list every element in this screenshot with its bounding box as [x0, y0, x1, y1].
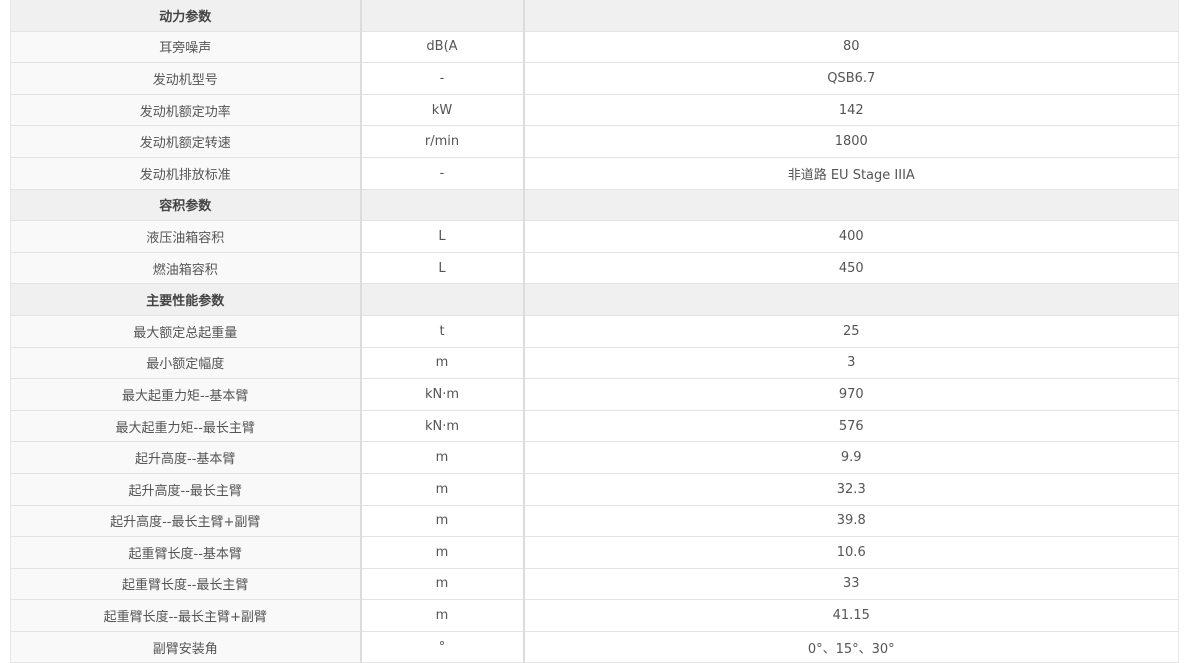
value-cell: 25 [522, 315, 1179, 348]
value-cell: 576 [522, 410, 1179, 443]
table-row: 起重臂长度--最长主臂 m 33 [10, 568, 1179, 601]
unit-cell: t [359, 315, 524, 348]
value-cell: 400 [522, 220, 1179, 253]
param-name-cell: 最大起重力矩--最长主臂 [10, 410, 361, 443]
unit-cell: kW [359, 94, 524, 127]
table-row: 起重臂长度--最长主臂+副臂 m 41.15 [10, 599, 1179, 632]
section-header-row: 动力参数 [10, 0, 1179, 32]
table-row: 最小额定幅度 m 3 [10, 347, 1179, 380]
value-cell: 9.9 [522, 441, 1179, 474]
param-name-cell: 起升高度--最长主臂 [10, 473, 361, 506]
unit-cell [359, 189, 524, 222]
param-name-cell: 液压油箱容积 [10, 220, 361, 253]
spec-table: 动力参数 耳旁噪声 dB(A 80 发动机型号 - QSB6.7 发动机额定功率 kW 142 发动… [10, 0, 1179, 663]
param-name-cell: 副臂安装角 [10, 631, 361, 663]
param-name-cell: 起重臂长度--最长主臂+副臂 [10, 599, 361, 632]
unit-cell: kN·m [359, 378, 524, 411]
param-name-cell: 起重臂长度--最长主臂 [10, 568, 361, 601]
value-cell [522, 189, 1179, 222]
section-header-row: 主要性能参数 [10, 283, 1179, 316]
table-row: 起升高度--最长主臂+副臂 m 39.8 [10, 505, 1179, 538]
value-cell: QSB6.7 [522, 62, 1179, 95]
section-title: 动力参数 [10, 0, 361, 32]
param-name-cell: 起升高度--基本臂 [10, 441, 361, 474]
param-name-cell: 起重臂长度--基本臂 [10, 536, 361, 569]
value-cell [522, 283, 1179, 316]
unit-cell: - [359, 157, 524, 190]
unit-cell: dB(A [359, 31, 524, 64]
unit-cell: m [359, 568, 524, 601]
unit-cell: m [359, 347, 524, 380]
value-cell: 0°、15°、30° [522, 631, 1179, 663]
value-cell: 33 [522, 568, 1179, 601]
value-cell: 142 [522, 94, 1179, 127]
value-cell: 39.8 [522, 505, 1179, 538]
unit-cell: m [359, 441, 524, 474]
table-row: 燃油箱容积 L 450 [10, 252, 1179, 285]
param-name-cell: 发动机型号 [10, 62, 361, 95]
table-row: 发动机额定功率 kW 142 [10, 94, 1179, 127]
table-row: 起重臂长度--基本臂 m 10.6 [10, 536, 1179, 569]
param-name-cell: 发动机额定转速 [10, 125, 361, 158]
param-name-cell: 发动机排放标准 [10, 157, 361, 190]
table-row: 最大额定总起重量 t 25 [10, 315, 1179, 348]
param-name-cell: 耳旁噪声 [10, 31, 361, 64]
value-cell: 80 [522, 31, 1179, 64]
table-row: 液压油箱容积 L 400 [10, 220, 1179, 253]
value-cell: 10.6 [522, 536, 1179, 569]
unit-cell: r/min [359, 125, 524, 158]
unit-cell: ° [359, 631, 524, 663]
table-row: 发动机型号 - QSB6.7 [10, 62, 1179, 95]
param-name-cell: 燃油箱容积 [10, 252, 361, 285]
section-header-row: 容积参数 [10, 189, 1179, 222]
unit-cell: m [359, 505, 524, 538]
unit-cell: m [359, 536, 524, 569]
unit-cell: L [359, 220, 524, 253]
spec-table-body: 动力参数 耳旁噪声 dB(A 80 发动机型号 - QSB6.7 发动机额定功率 kW 142 发动… [10, 0, 1179, 663]
value-cell: 3 [522, 347, 1179, 380]
value-cell: 非道路 EU Stage IIIA [522, 157, 1179, 190]
value-cell [522, 0, 1179, 32]
table-row: 发动机排放标准 - 非道路 EU Stage IIIA [10, 157, 1179, 190]
table-row: 起升高度--最长主臂 m 32.3 [10, 473, 1179, 506]
unit-cell: L [359, 252, 524, 285]
value-cell: 32.3 [522, 473, 1179, 506]
unit-cell: kN·m [359, 410, 524, 443]
unit-cell [359, 283, 524, 316]
table-row: 耳旁噪声 dB(A 80 [10, 31, 1179, 64]
value-cell: 1800 [522, 125, 1179, 158]
unit-cell: - [359, 62, 524, 95]
param-name-cell: 发动机额定功率 [10, 94, 361, 127]
unit-cell: m [359, 473, 524, 506]
table-row: 副臂安装角 ° 0°、15°、30° [10, 631, 1179, 663]
section-title: 容积参数 [10, 189, 361, 222]
unit-cell: m [359, 599, 524, 632]
table-row: 最大起重力矩--基本臂 kN·m 970 [10, 378, 1179, 411]
table-row: 发动机额定转速 r/min 1800 [10, 125, 1179, 158]
param-name-cell: 起升高度--最长主臂+副臂 [10, 505, 361, 538]
param-name-cell: 最大额定总起重量 [10, 315, 361, 348]
param-name-cell: 最小额定幅度 [10, 347, 361, 380]
value-cell: 450 [522, 252, 1179, 285]
value-cell: 41.15 [522, 599, 1179, 632]
value-cell: 970 [522, 378, 1179, 411]
section-title: 主要性能参数 [10, 283, 361, 316]
table-row: 最大起重力矩--最长主臂 kN·m 576 [10, 410, 1179, 443]
table-row: 起升高度--基本臂 m 9.9 [10, 441, 1179, 474]
unit-cell [359, 0, 524, 32]
param-name-cell: 最大起重力矩--基本臂 [10, 378, 361, 411]
